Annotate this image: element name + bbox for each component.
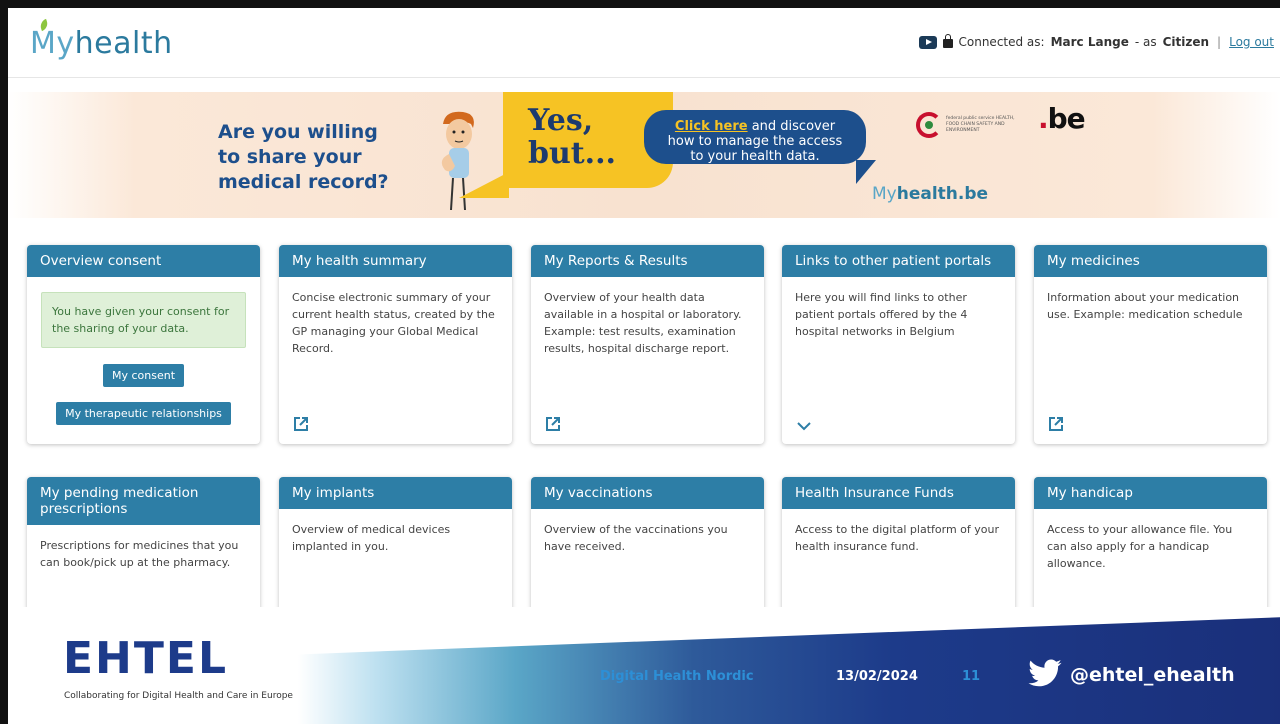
tile-description: Access to your allowance file. You can a…	[1047, 523, 1233, 570]
twitter-handle: @ehtel_ehealth	[1070, 664, 1235, 686]
tile-my-handicap[interactable]: My handicap Access to your allowance fil…	[1034, 477, 1267, 617]
site-my: My	[872, 184, 897, 204]
click-line: how to manage the access	[667, 134, 843, 149]
logo-health: health	[74, 26, 173, 61]
external-link-icon[interactable]	[293, 416, 309, 432]
tile-health-summary[interactable]: My health summary Concise electronic sum…	[279, 245, 512, 444]
consent-banner[interactable]: Are you willing to share your medical re…	[8, 92, 1280, 218]
external-link-icon[interactable]	[545, 416, 561, 432]
click-line: to your health data.	[690, 149, 820, 164]
site-rest: health.be	[896, 184, 989, 204]
banner-question-line: to share your	[218, 146, 362, 168]
chevron-down-icon[interactable]	[796, 418, 812, 434]
tile-pending-prescriptions[interactable]: My pending medication prescriptions Pres…	[27, 477, 260, 617]
tile-title: My health summary	[279, 245, 512, 277]
tile-patient-portals[interactable]: Links to other patient portals Here you …	[782, 245, 1015, 444]
tile-title: Health Insurance Funds	[782, 477, 1015, 509]
tile-description: Access to the digital platform of your h…	[795, 523, 999, 553]
tile-title: My handicap	[1034, 477, 1267, 509]
tile-title: My pending medication prescriptions	[27, 477, 260, 525]
tile-reports-results[interactable]: My Reports & Results Overview of your he…	[531, 245, 764, 444]
my-therapeutic-relationships-button[interactable]: My therapeutic relationships	[56, 402, 231, 425]
tile-description: Overview of medical devices implanted in…	[292, 523, 451, 553]
tile-description: Concise electronic summary of your curre…	[292, 291, 495, 355]
logo-my: My	[30, 26, 75, 61]
myhealth-be-logo: Myhealth.be	[872, 184, 988, 204]
tile-title: Links to other patient portals	[782, 245, 1015, 277]
ehtel-logo: EHTEL	[63, 633, 228, 684]
but-line: but...	[528, 136, 616, 171]
tile-health-insurance-funds[interactable]: Health Insurance Funds Access to the dig…	[782, 477, 1015, 617]
tile-description: Prescriptions for medicines that you can…	[40, 539, 239, 569]
banner-question-line: medical record?	[218, 171, 389, 193]
slide-footer: EHTEL Collaborating for Digital Health a…	[8, 607, 1280, 724]
lock-icon	[942, 34, 953, 48]
tile-title: My medicines	[1034, 245, 1267, 277]
external-link-icon[interactable]	[1048, 416, 1064, 432]
click-text: Click here and discover how to manage th…	[648, 119, 862, 164]
fps-text: federal public service HEALTH, FOOD CHAI…	[946, 116, 1015, 133]
separator: |	[1217, 35, 1222, 49]
yes-but-text: Yes, but...	[528, 104, 616, 170]
ehtel-tagline: Collaborating for Digital Health and Car…	[64, 691, 293, 701]
app-header: Myhealth Connected as: Marc Lange - as C…	[8, 8, 1280, 78]
fps-emblem-icon	[916, 112, 942, 138]
tile-my-implants[interactable]: My implants Overview of medical devices …	[279, 477, 512, 617]
role-prefix: - as	[1134, 35, 1157, 49]
my-consent-button[interactable]: My consent	[102, 364, 185, 387]
click-here-link[interactable]: Click here	[675, 119, 748, 134]
slide-date: 13/02/2024	[836, 669, 918, 684]
user-bar: Connected as: Marc Lange - as Citizen | …	[918, 34, 1274, 49]
consent-status-message: You have given your consent for the shar…	[41, 292, 246, 348]
click-rest: and discover	[747, 119, 836, 134]
banner-question-line: Are you willing	[218, 121, 378, 143]
tile-grid: Overview consent You have given your con…	[8, 237, 1280, 617]
tile-description: Information about your medication use. E…	[1047, 291, 1243, 321]
twitter-bird-icon	[1028, 659, 1062, 687]
tile-title: My implants	[279, 477, 512, 509]
event-name: Digital Health Nordic	[600, 669, 754, 684]
logout-link[interactable]: Log out	[1229, 35, 1274, 49]
youtube-icon[interactable]	[918, 35, 937, 49]
yes-line: Yes,	[528, 103, 594, 138]
user-role: Citizen	[1162, 35, 1210, 49]
page-number: 11	[962, 669, 981, 684]
person-illustration	[441, 111, 474, 211]
user-name: Marc Lange	[1050, 35, 1129, 49]
tile-description: Overview of the vaccinations you have re…	[544, 523, 728, 553]
tile-description: Here you will find links to other patien…	[795, 291, 968, 338]
fps-health-logo: federal public service HEALTH, FOOD CHAI…	[916, 110, 1021, 140]
banner-question: Are you willing to share your medical re…	[218, 120, 389, 195]
tile-title: Overview consent	[27, 245, 260, 277]
tile-title: My vaccinations	[531, 477, 764, 509]
myhealth-logo[interactable]: Myhealth	[30, 18, 173, 61]
tile-my-medicines[interactable]: My medicines Information about your medi…	[1034, 245, 1267, 444]
be-logo: .be	[1038, 102, 1086, 135]
tile-title: My Reports & Results	[531, 245, 764, 277]
tile-description: Overview of your health data available i…	[544, 291, 742, 355]
connected-label: Connected as:	[958, 35, 1045, 49]
tile-my-vaccinations[interactable]: My vaccinations Overview of the vaccinat…	[531, 477, 764, 617]
tile-overview-consent: Overview consent You have given your con…	[27, 245, 260, 444]
